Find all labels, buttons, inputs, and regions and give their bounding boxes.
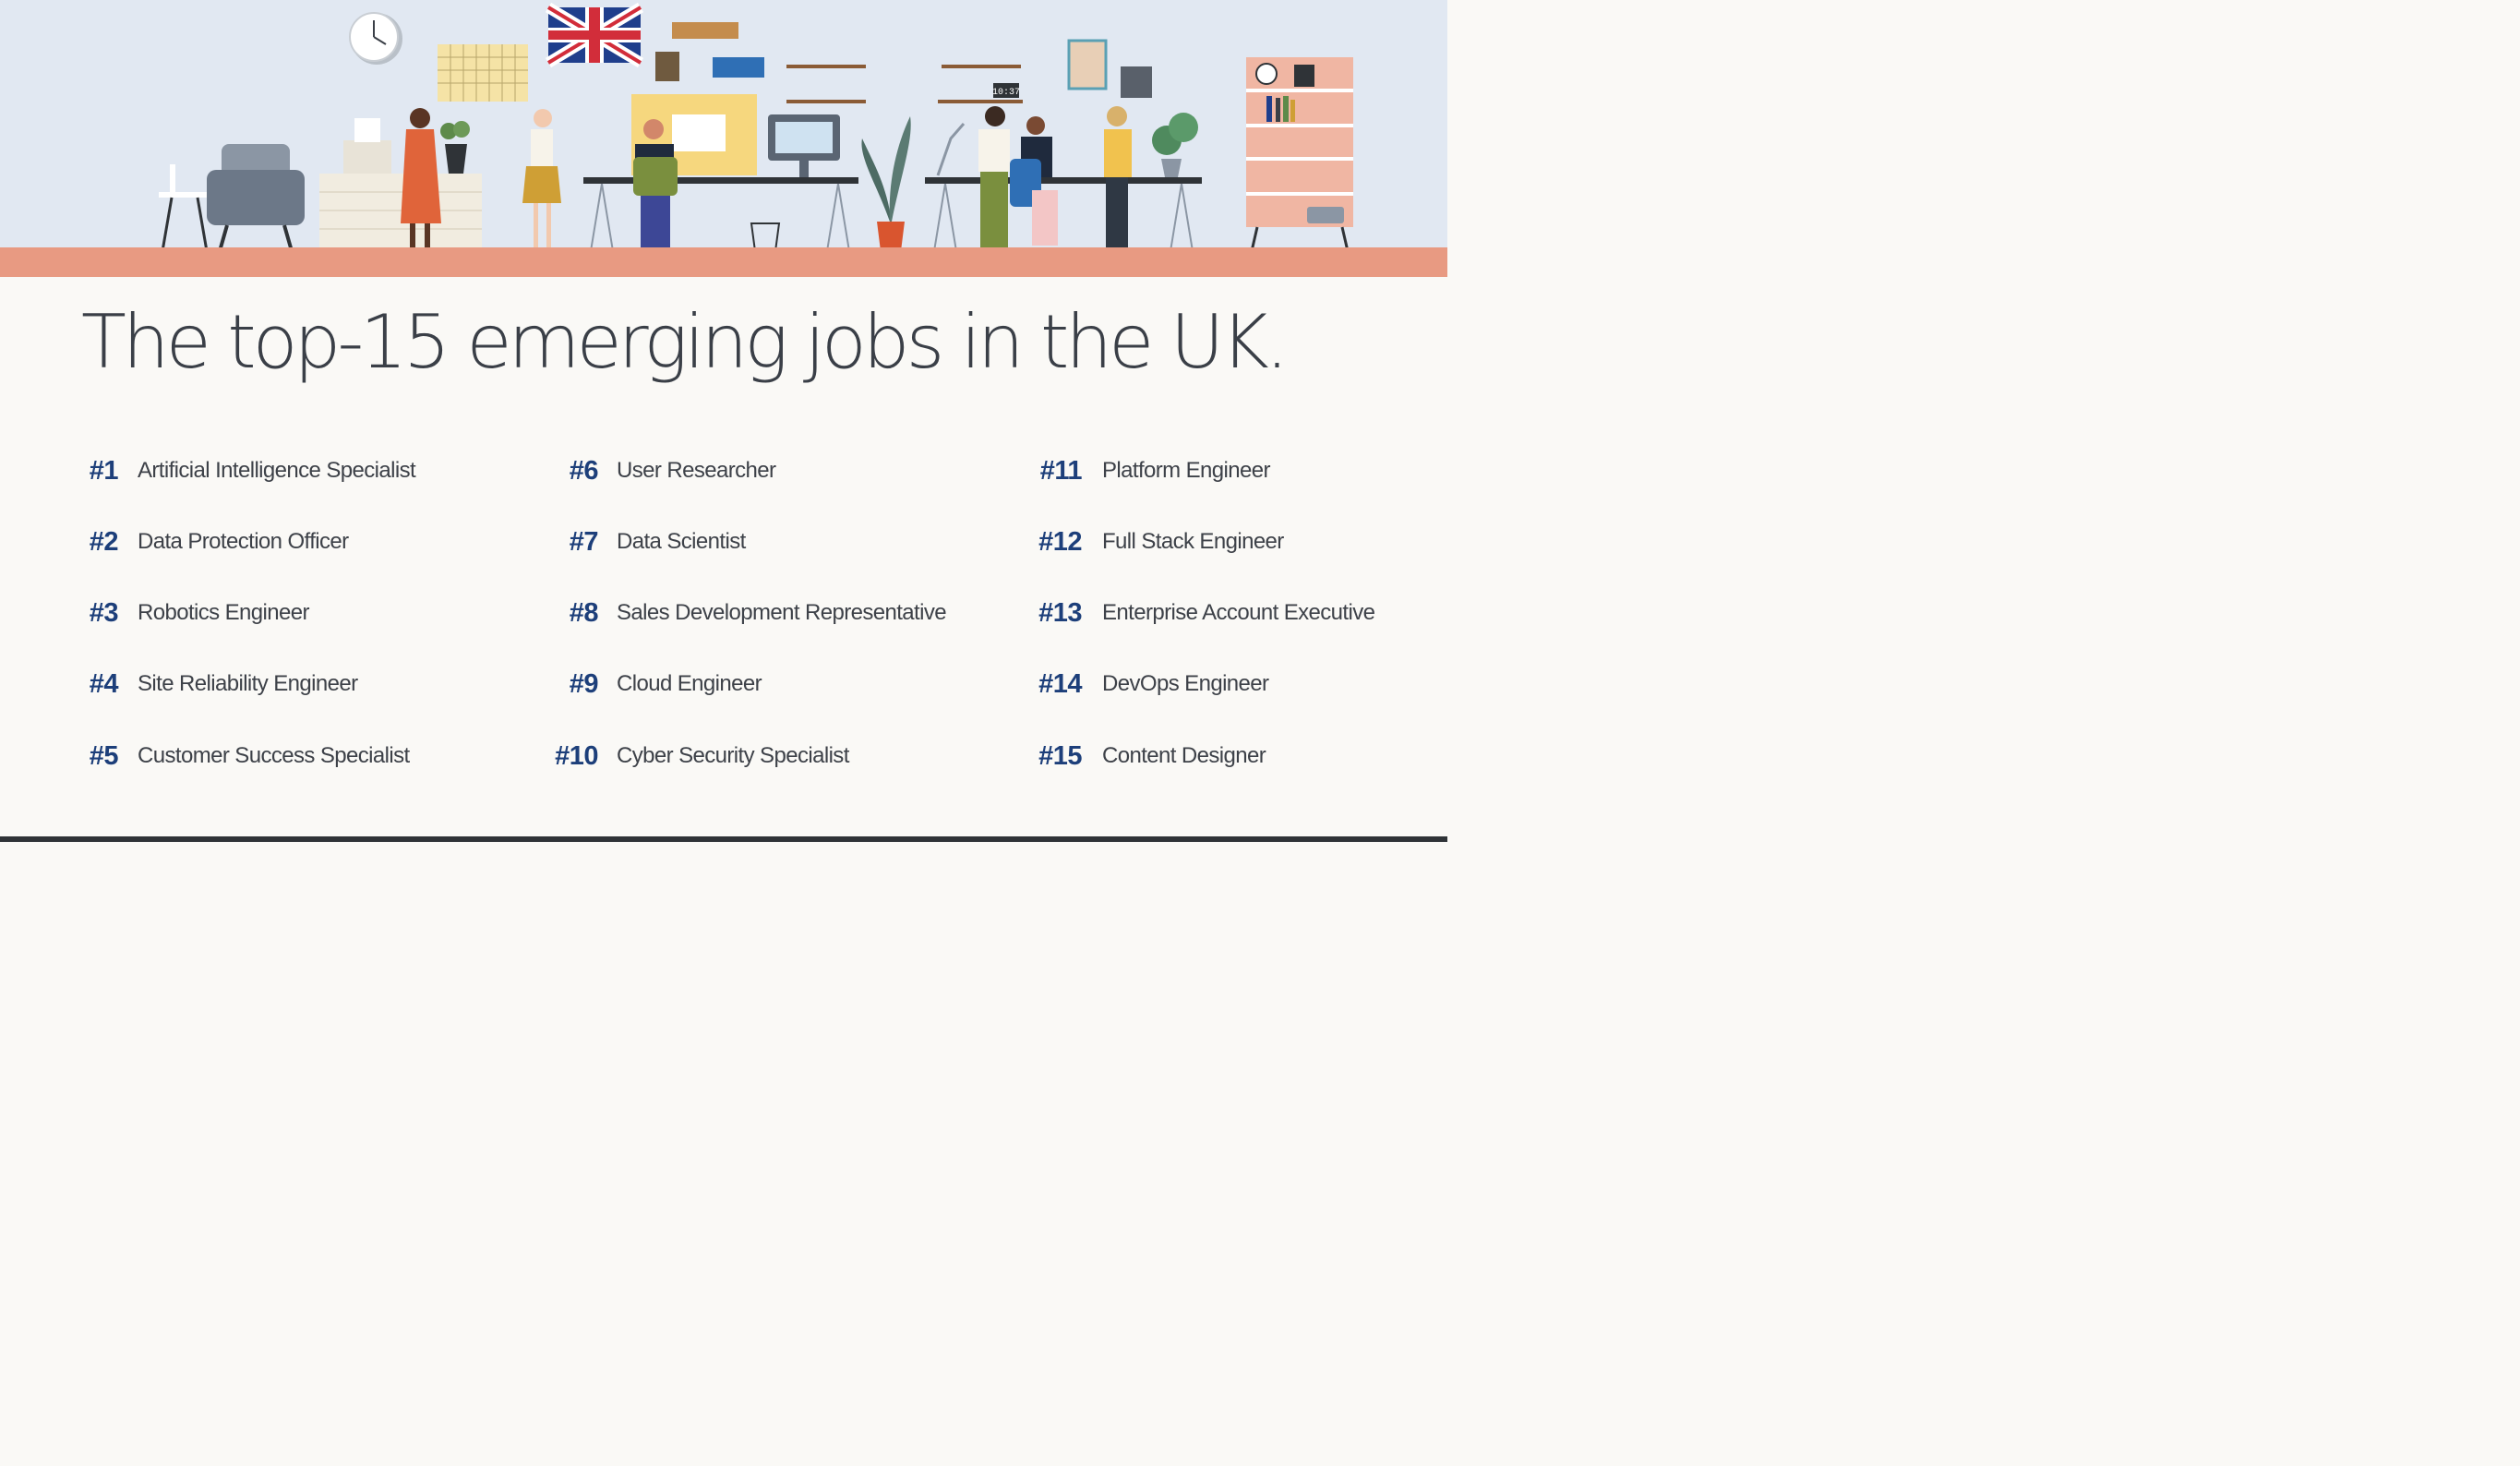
job-title: User Researcher (617, 458, 776, 483)
desk-plant-icon (1152, 113, 1198, 177)
digital-clock-text: 10:37 (992, 88, 1020, 98)
digital-clock: 10:37 (992, 83, 1020, 98)
job-item-3: #3 Robotics Engineer (81, 595, 487, 631)
job-rank: #4 (89, 669, 119, 699)
blueprint (672, 114, 726, 151)
job-item-8: #8 Sales Development Representative (543, 595, 977, 631)
job-title: Customer Success Specialist (138, 743, 410, 768)
wall-frame (655, 52, 679, 81)
job-rank: #3 (89, 598, 119, 628)
wall-painting (713, 57, 764, 78)
job-rank: #12 (1038, 527, 1082, 557)
job-rank: #15 (1038, 741, 1082, 771)
job-rank: #6 (569, 456, 599, 486)
wall-frame (1121, 66, 1152, 98)
job-title: Cloud Engineer (617, 671, 762, 696)
file-cabinet (319, 118, 482, 249)
office-illustration: 10:37 (0, 0, 1447, 277)
desk (583, 177, 858, 252)
floor-strip (0, 247, 1447, 277)
job-item-6: #6 User Researcher (543, 452, 977, 489)
job-title: Platform Engineer (1102, 458, 1271, 483)
job-item-12: #12 Full Stack Engineer (1025, 523, 1431, 560)
job-item-2: #2 Data Protection Officer (81, 523, 487, 560)
job-rank: #10 (555, 741, 598, 771)
job-title: Cyber Security Specialist (617, 743, 849, 768)
person-walking (522, 109, 561, 247)
wall-frame (672, 22, 738, 39)
person-standing (978, 106, 1010, 249)
job-item-13: #13 Enterprise Account Executive (1025, 595, 1431, 631)
job-title: Robotics Engineer (138, 600, 310, 625)
job-item-15: #15 Content Designer (1025, 738, 1431, 775)
job-rank: #8 (569, 598, 599, 628)
job-item-4: #4 Site Reliability Engineer (81, 666, 487, 703)
bottom-border (0, 836, 1447, 842)
wall-shelf (942, 65, 1021, 68)
job-item-9: #9 Cloud Engineer (543, 666, 977, 703)
office-scene-svg: 10:37 (159, 2, 1353, 252)
job-rank: #7 (569, 527, 599, 557)
job-rank: #2 (89, 527, 119, 557)
page-title: The top-15 emerging jobs in the UK. (81, 299, 1289, 385)
armchair (207, 144, 305, 252)
job-item-11: #11 Platform Engineer (1025, 452, 1431, 489)
job-title: Full Stack Engineer (1102, 529, 1284, 554)
calendar-icon (438, 44, 528, 102)
job-item-7: #7 Data Scientist (543, 523, 977, 560)
job-item-14: #14 DevOps Engineer (1025, 666, 1431, 703)
job-rank: #1 (89, 456, 119, 486)
job-rank: #11 (1039, 456, 1083, 486)
job-title: Data Scientist (617, 529, 746, 554)
briefcase-icon (1307, 207, 1344, 223)
side-table (159, 164, 210, 252)
desk (925, 177, 1202, 252)
job-title: Data Protection Officer (138, 529, 349, 554)
wall-frame (1067, 39, 1108, 90)
desk-lamp-icon (936, 123, 966, 176)
job-rank: #9 (569, 669, 599, 699)
person-with-notes (1104, 106, 1132, 247)
job-item-10: #10 Cyber Security Specialist (543, 738, 977, 775)
job-rank: #14 (1038, 669, 1082, 699)
job-item-5: #5 Customer Success Specialist (81, 738, 487, 775)
job-rank: #13 (1038, 598, 1082, 628)
potted-plant-icon (440, 121, 470, 174)
wall-shelf (938, 100, 1023, 103)
job-title: Sales Development Representative (617, 600, 947, 625)
monitor-icon (768, 114, 840, 177)
job-title: Enterprise Account Executive (1102, 600, 1375, 625)
job-rank: #5 (89, 741, 119, 771)
bookcase (1246, 57, 1353, 252)
job-item-1: #1 Artificial Intelligence Specialist (81, 452, 487, 489)
union-jack-flag-icon (545, 2, 644, 68)
job-title: Artificial Intelligence Specialist (138, 458, 416, 483)
wall-shelf (786, 100, 866, 103)
clock-icon (1255, 63, 1278, 85)
job-title: Content Designer (1102, 743, 1266, 768)
job-title: Site Reliability Engineer (138, 671, 358, 696)
wall-shelf (786, 65, 866, 68)
job-title: DevOps Engineer (1102, 671, 1269, 696)
floor-plant-icon (861, 116, 911, 251)
wall-clock-icon (349, 12, 402, 65)
